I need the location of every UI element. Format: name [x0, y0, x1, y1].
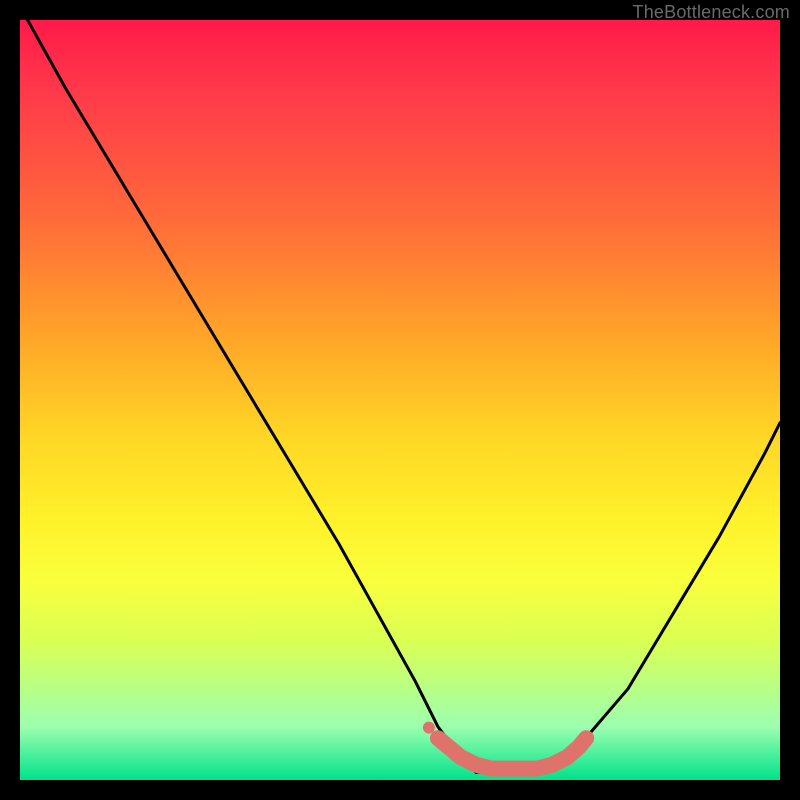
marker-lead-dot [423, 722, 435, 734]
bottom-marker-band [423, 722, 586, 769]
bottleneck-curve-plot [20, 20, 780, 780]
watermark-text: TheBottleneck.com [633, 2, 790, 23]
chart-frame [20, 20, 780, 780]
marker-band-path [438, 738, 586, 768]
curve-line [28, 20, 780, 772]
